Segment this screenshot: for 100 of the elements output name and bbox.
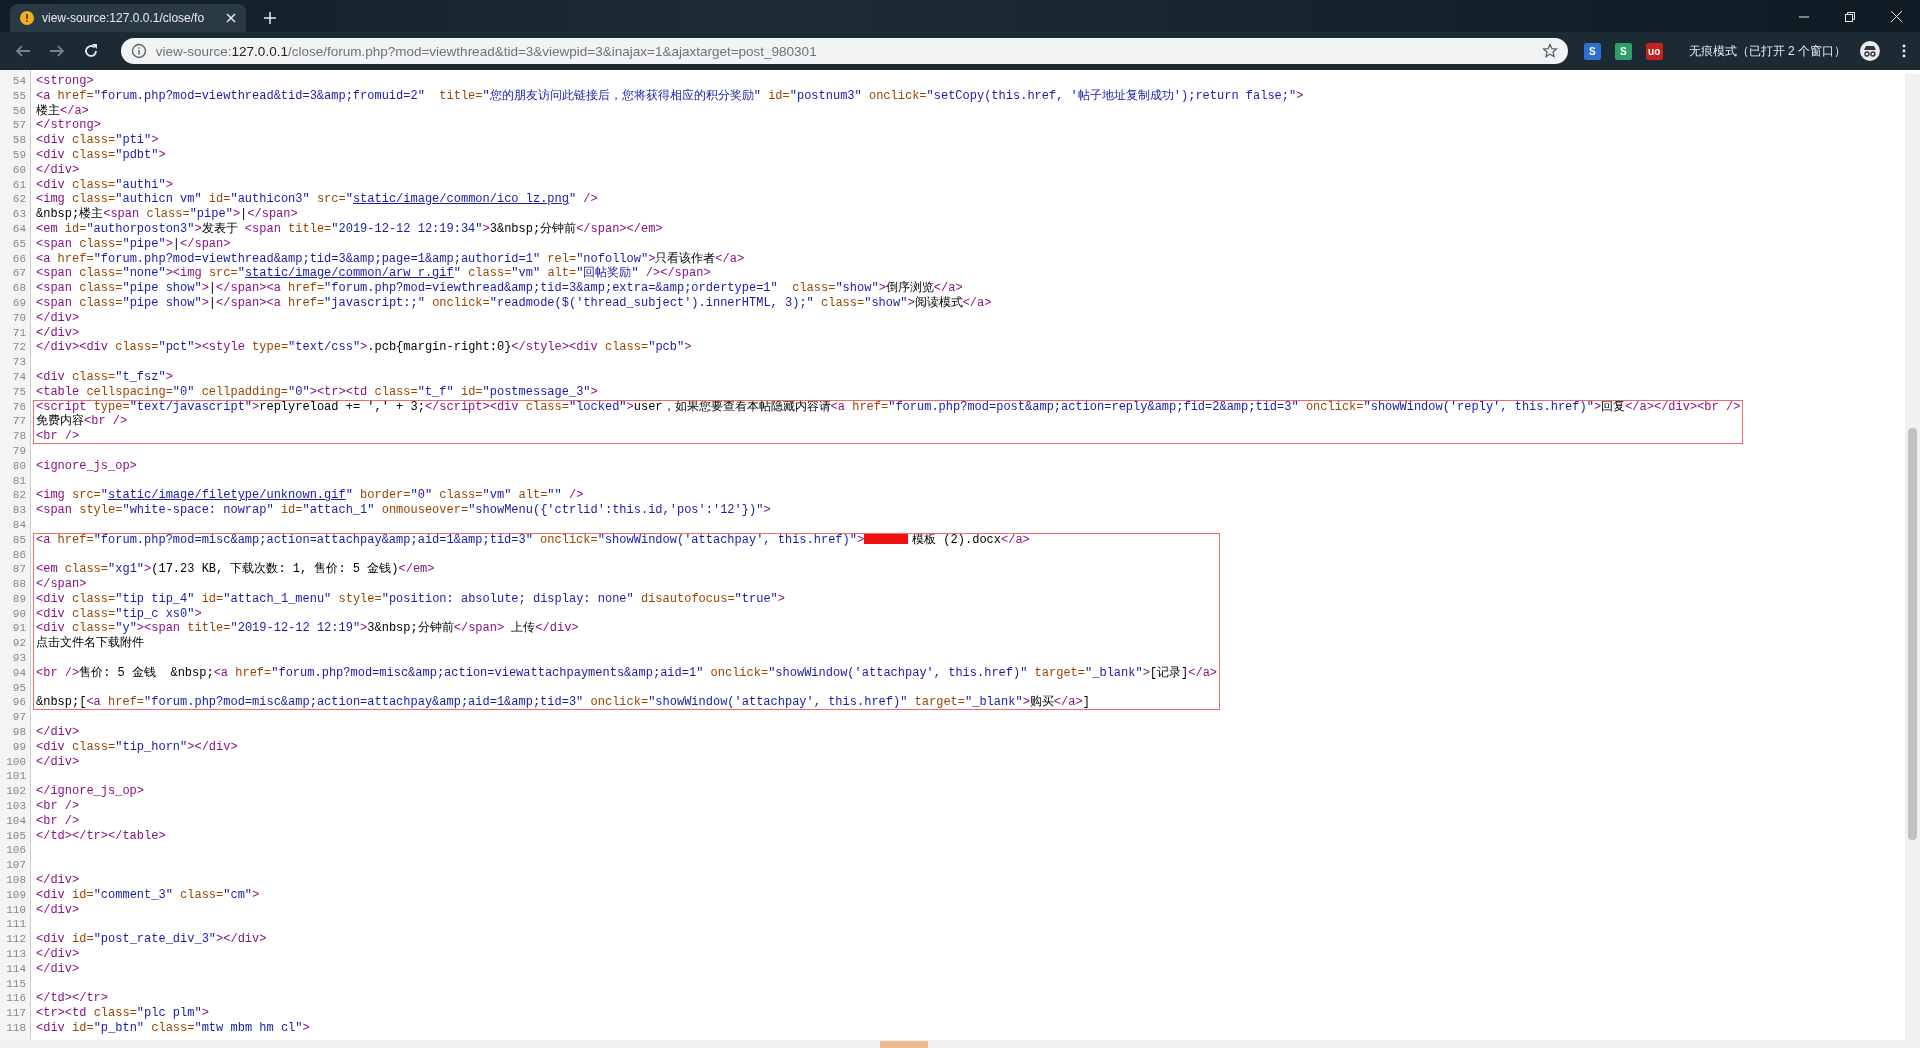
line-number: 79 xyxy=(11,443,27,459)
link[interactable]: static/image/common/ico_lz.png xyxy=(352,192,569,207)
line-number: 108 xyxy=(5,873,27,888)
line-number: 59 xyxy=(11,148,27,163)
code-line: <a href="forum.php?mod=misc&amp;action=attachpay&amp;aid=1&amp;tid=3" onclick="showWindow('attachpay', this.href)"> 模板 (2).docx</a> xyxy=(36,532,1031,548)
code-line: <strong> xyxy=(36,74,95,89)
line-number: 116 xyxy=(5,991,27,1007)
line-number: 76 xyxy=(11,399,27,415)
line-number: 67 xyxy=(11,266,27,282)
code-line: </div> xyxy=(36,961,81,977)
horizontal-scrollbar[interactable] xyxy=(0,1040,1920,1048)
code-line: <img class="authicn vm" id="authicon3" src="static/image/common/ico_lz.png" /> xyxy=(36,192,599,207)
code-line: </div> xyxy=(36,162,81,178)
line-number: 70 xyxy=(11,310,27,326)
line-number: 77 xyxy=(11,414,27,430)
line-number: 109 xyxy=(5,887,27,903)
line-number: 57 xyxy=(11,118,27,134)
line-number: 105 xyxy=(5,828,27,844)
incognito-icon[interactable] xyxy=(1860,41,1880,61)
line-number: 91 xyxy=(11,621,27,637)
code-line: </div> xyxy=(36,947,81,962)
line-number: 113 xyxy=(5,947,27,962)
code-line: <div class="pdbt"> xyxy=(36,148,167,163)
line-number: 54 xyxy=(11,74,27,89)
code-line: 点击文件名下载附件 xyxy=(36,636,145,652)
code-line: <em class="xg1">(17.23 KB, 下载次数: 1, 售价: 5 金钱)</em> xyxy=(36,562,436,578)
code-line: <table cellspacing="0" cellpadding="0"><tr><td class="t_f" id="postmessage_3"> xyxy=(36,384,599,400)
url-text: view-source:127.0.0.1/close/forum.php?mod=viewthread&tid=3&viewpid=3&inajax=1&ajaxtarget=post_980301 xyxy=(155,43,817,59)
code-line: </div> xyxy=(36,873,81,888)
code-line: </td></tr> xyxy=(36,991,109,1007)
menu-icon[interactable] xyxy=(1902,44,1906,58)
code-line: <a href="forum.php?mod=viewthread&tid=3&amp;fromuid=2" title="您的朋友访问此链接后，您将获得相应的积分奖励" id="postnum3" onclick="setCopy(this.href, '帖子地址复制成功');return false;"> xyxy=(36,88,1304,104)
line-number: 89 xyxy=(11,591,27,607)
code-line: </div> xyxy=(36,310,81,326)
code-line: <span class="pipe">|</span> xyxy=(36,236,232,252)
line-number: 65 xyxy=(11,236,27,252)
line-number: 112 xyxy=(5,932,27,947)
line-number: 63 xyxy=(11,207,27,222)
code-line: </div><div class="pct"><style type="text/css">.pcb{margin-right:0}</style><div class="pcb"> xyxy=(36,340,693,356)
line-number: 95 xyxy=(11,680,27,696)
line-number: 106 xyxy=(5,843,27,859)
extension-icon[interactable]: S xyxy=(1583,42,1601,60)
code-line: <br /> xyxy=(36,799,81,814)
code-line: <div class="tip_c xs0"> xyxy=(36,606,203,622)
code-line: 免费内容<br /> xyxy=(36,414,129,430)
code-line: </ignore_js_op> xyxy=(36,784,146,800)
link[interactable]: static/image/common/arw_r.gif xyxy=(244,266,454,281)
scrollbar-thumb[interactable] xyxy=(880,1041,928,1048)
line-number: 96 xyxy=(11,695,27,711)
extension-icon[interactable]: uo xyxy=(1645,42,1663,60)
link[interactable]: static/image/filetype/unknown.gif xyxy=(108,488,346,503)
code-line: </div> xyxy=(36,902,81,918)
code-line: <div class="y"><span title="2019-12-12 12:19">3&nbsp;分钟前</span> 上传</div> xyxy=(36,621,580,636)
line-number: 118 xyxy=(5,1021,27,1036)
line-number: 75 xyxy=(11,384,27,400)
line-number: 78 xyxy=(11,429,27,444)
scrollbar-thumb[interactable] xyxy=(1908,428,1917,840)
new-tab-icon[interactable] xyxy=(264,12,276,24)
line-number: 69 xyxy=(11,295,27,311)
back-icon[interactable] xyxy=(15,43,31,59)
close-icon[interactable] xyxy=(1891,11,1902,22)
line-number: 117 xyxy=(5,1006,27,1021)
redaction-mark xyxy=(864,532,909,544)
star-icon[interactable] xyxy=(1541,43,1558,59)
close-icon[interactable] xyxy=(226,13,236,23)
code-line: <img src="static/image/filetype/unknown.gif" border="0" class="vm" alt="" /> xyxy=(36,488,585,504)
line-number: 98 xyxy=(11,725,27,740)
line-number: 62 xyxy=(11,192,27,208)
line-number: 111 xyxy=(5,917,27,933)
code-line: 楼主</a> xyxy=(36,103,90,119)
code-line: </div> xyxy=(36,725,81,740)
line-number: 83 xyxy=(11,503,27,518)
code-line: <span class="pipe show">|</span><a href="javascript:;" onclick="readmode($('thread_subject').innerHTML, 3);" class="show">阅读模式</a> xyxy=(36,295,993,311)
line-number: 102 xyxy=(5,784,27,800)
line-number: 100 xyxy=(5,754,27,770)
line-number: 73 xyxy=(11,355,27,370)
code-line: <span class="pipe show">|</span><a href="forum.php?mod=viewthread&amp;tid=3&amp;extra=&amp;ordertype=1" class="show">倒序浏览</a> xyxy=(36,281,964,296)
line-number: 101 xyxy=(5,769,27,785)
browser-tab[interactable]: view-source:127.0.0.1/close/fo xyxy=(10,4,246,32)
code-line: &nbsp;[<a href="forum.php?mod=misc&amp;action=attachpay&amp;aid=1&amp;tid=3" onclick="showWindow('attachpay', this.href)" target="_blank">购买</a>] xyxy=(36,695,1091,711)
restore-icon[interactable] xyxy=(1845,12,1855,22)
forward-icon[interactable] xyxy=(48,43,65,59)
code-line: </div> xyxy=(36,325,81,341)
code-line: <tr><td class="plc plm"> xyxy=(36,1006,210,1021)
code-line: <br />售价: 5 金钱 &nbsp;<a href="forum.php?mod=misc&amp;action=viewattachpayments&amp;aid=1" onclick="showWindow('attachpay', this.href)" target="_blank">[记录]</a> xyxy=(36,665,1218,681)
line-number: 94 xyxy=(11,665,27,681)
line-number: 64 xyxy=(11,221,27,237)
line-number: 60 xyxy=(11,162,27,178)
line-number: 81 xyxy=(11,473,27,489)
address-bar[interactable]: view-source:127.0.0.1/close/forum.php?mod=viewthread&tid=3&viewpid=3&inajax=1&ajaxtarget=post_980301 xyxy=(120,38,1568,64)
line-number: 58 xyxy=(11,133,27,148)
line-number: 55 xyxy=(11,88,27,104)
line-number: 93 xyxy=(11,651,27,666)
line-number: 56 xyxy=(11,103,27,119)
line-number: 92 xyxy=(11,636,27,652)
vertical-scrollbar[interactable] xyxy=(1905,74,1920,1040)
reload-icon[interactable] xyxy=(82,43,99,59)
code-line: <span class="none"><img src="static/image/common/arw_r.gif" class="vm" alt="回帖奖励" /></span> xyxy=(36,266,712,282)
line-number: 85 xyxy=(11,532,27,548)
info-icon[interactable] xyxy=(130,43,147,59)
